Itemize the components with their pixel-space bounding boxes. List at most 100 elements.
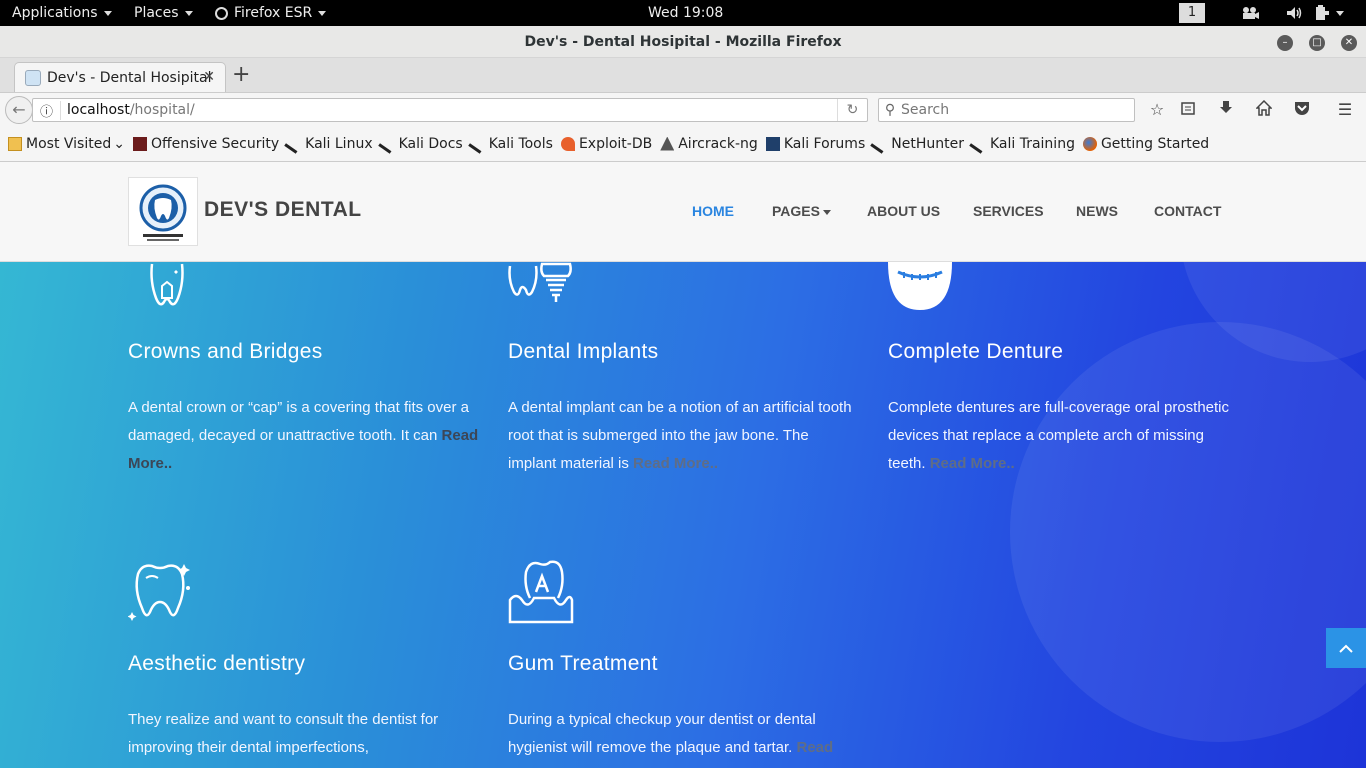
bookmark-label: Getting Started — [1100, 135, 1210, 152]
chevron-down-icon: ⌄ — [113, 135, 125, 152]
tab-devs-dental[interactable]: Dev's - Dental Hosipital ✕ — [14, 62, 226, 93]
service-card-denture: Complete Denture Complete dentures are f… — [888, 340, 1240, 478]
clock[interactable]: Wed 19:08 — [648, 0, 723, 26]
page-viewport: DEV'S DENTAL HOME PAGES ABOUT US SERVICE… — [0, 162, 1366, 768]
home-icon[interactable] — [1254, 99, 1274, 120]
service-card-crowns: Crowns and Bridges A dental crown or “ca… — [128, 340, 480, 478]
window-title: Dev's - Dental Hosipital - Mozilla Firef… — [524, 34, 842, 50]
folder-icon — [8, 136, 22, 151]
service-description: A dental implant can be a notion of an a… — [508, 394, 860, 478]
bookmark-most-visited[interactable]: Most Visited ⌄ — [8, 136, 125, 152]
firefox-icon — [1082, 136, 1097, 151]
chevron-down-icon — [103, 10, 112, 16]
service-title: Complete Denture — [888, 340, 1064, 363]
favicon-icon — [25, 70, 41, 86]
forums-icon — [765, 136, 780, 151]
bookmark-label: Kali Tools — [488, 135, 553, 152]
tab-strip: Dev's - Dental Hosipital ✕ + — [0, 58, 1366, 93]
firefox-icon — [215, 6, 228, 20]
chevron-down-icon — [1336, 10, 1344, 16]
kali-icon — [870, 133, 890, 154]
kali-icon — [467, 133, 488, 154]
battery-icon — [1316, 5, 1329, 20]
applications-menu[interactable]: Applications — [12, 0, 112, 26]
firefox-app-menu[interactable]: Firefox ESR — [215, 0, 327, 26]
site-header: DEV'S DENTAL HOME PAGES ABOUT US SERVICE… — [0, 162, 1366, 262]
aircrack-icon — [660, 136, 675, 151]
reload-icon[interactable]: ↻ — [837, 99, 867, 121]
applications-label: Applications — [12, 5, 98, 21]
window-titlebar: Dev's - Dental Hosipital - Mozilla Firef… — [0, 26, 1366, 58]
back-arrow-icon[interactable]: ← — [5, 96, 33, 124]
minimize-icon[interactable]: – — [1277, 35, 1293, 51]
bookmark-exploit-db[interactable]: Exploit-DB — [560, 136, 652, 152]
dental-implant-icon — [508, 262, 572, 302]
search-placeholder: Search — [901, 102, 950, 118]
read-more-link[interactable]: Read More.. — [930, 455, 1015, 472]
bookmark-getting-started[interactable]: Getting Started — [1082, 135, 1210, 152]
url-host: localhost — [67, 102, 130, 118]
new-tab-icon[interactable]: + — [232, 62, 250, 87]
site-brand[interactable]: DEV'S DENTAL — [204, 198, 362, 222]
kali-icon — [377, 133, 398, 154]
service-card-aesthetic: Aesthetic dentistry They realize and wan… — [128, 652, 480, 762]
service-description: A dental crown or “cap” is a covering th… — [128, 394, 480, 478]
read-more-link[interactable]: Read — [797, 739, 834, 756]
bookmark-kali-training[interactable]: Kali Training — [969, 133, 1075, 154]
gum-treatment-icon — [508, 560, 574, 624]
bookmark-star-icon[interactable]: ☆ — [1147, 100, 1167, 120]
tab-close-icon[interactable]: ✕ — [203, 69, 215, 85]
close-icon[interactable]: ✕ — [1341, 35, 1357, 51]
tab-label: Dev's - Dental Hosipital — [47, 70, 212, 86]
chevron-down-icon — [318, 10, 327, 16]
places-menu[interactable]: Places — [134, 0, 193, 26]
service-title: Dental Implants — [508, 340, 659, 363]
clinic-logo[interactable] — [128, 177, 198, 246]
nav-pages-label: PAGES — [772, 203, 820, 219]
service-text: A dental crown or “cap” is a covering th… — [128, 399, 469, 444]
bookmark-kali-tools[interactable]: Kali Tools — [467, 133, 553, 154]
kali-icon — [969, 133, 989, 154]
scroll-to-top-button[interactable] — [1326, 628, 1366, 668]
nav-pages[interactable]: PAGES — [772, 203, 831, 219]
service-text: During a typical checkup your dentist or… — [508, 711, 816, 756]
pocket-icon[interactable] — [1292, 100, 1312, 120]
nav-news[interactable]: NEWS — [1076, 203, 1118, 219]
reading-list-icon[interactable] — [1178, 100, 1198, 120]
nav-services[interactable]: SERVICES — [973, 203, 1044, 219]
navigation-toolbar: ← ⓘ localhost /hospital/ ↻ ⚲ Search ☆ ☰ — [0, 92, 1366, 126]
exploitdb-icon — [560, 136, 575, 151]
bookmark-label: Kali Docs — [398, 135, 463, 152]
chevron-down-icon — [184, 10, 193, 16]
bookmark-kali-linux[interactable]: Kali Linux — [284, 133, 373, 154]
workspace-indicator[interactable]: 1 — [1179, 3, 1205, 23]
bookmark-label: Most Visited — [26, 135, 112, 152]
bookmark-nethunter[interactable]: NetHunter — [870, 133, 964, 154]
nav-about[interactable]: ABOUT US — [867, 203, 940, 219]
nav-contact[interactable]: CONTACT — [1154, 203, 1221, 219]
nav-home[interactable]: HOME — [692, 203, 734, 219]
video-icon[interactable] — [1241, 0, 1259, 26]
bookmark-label: NetHunter — [891, 135, 964, 152]
power-menu[interactable] — [1314, 0, 1344, 26]
bookmark-label: Aircrack-ng — [678, 135, 758, 152]
firefox-app-label: Firefox ESR — [234, 5, 313, 21]
url-bar[interactable]: ⓘ localhost /hospital/ ↻ — [32, 98, 868, 122]
service-description: They realize and want to consult the den… — [128, 706, 480, 762]
bookmark-offensive-security[interactable]: Offensive Security — [132, 136, 279, 152]
bookmark-aircrack[interactable]: Aircrack-ng — [660, 136, 758, 152]
read-more-link[interactable]: Read More.. — [633, 455, 718, 472]
download-icon[interactable] — [1216, 100, 1236, 120]
info-icon[interactable]: ⓘ — [33, 100, 61, 120]
search-icon: ⚲ — [884, 102, 896, 118]
bookmark-kali-docs[interactable]: Kali Docs — [377, 133, 463, 154]
service-description: Complete dentures are full-coverage oral… — [888, 394, 1240, 478]
maximize-icon[interactable]: □ — [1309, 35, 1325, 51]
bookmark-kali-forums[interactable]: Kali Forums — [765, 136, 865, 152]
search-input[interactable]: ⚲ Search — [878, 98, 1135, 122]
volume-icon[interactable] — [1286, 0, 1304, 26]
service-title: Aesthetic dentistry — [128, 652, 306, 675]
service-title: Gum Treatment — [508, 652, 658, 675]
hamburger-menu-icon[interactable]: ☰ — [1335, 100, 1355, 120]
service-text: They realize and want to consult the den… — [128, 711, 439, 756]
